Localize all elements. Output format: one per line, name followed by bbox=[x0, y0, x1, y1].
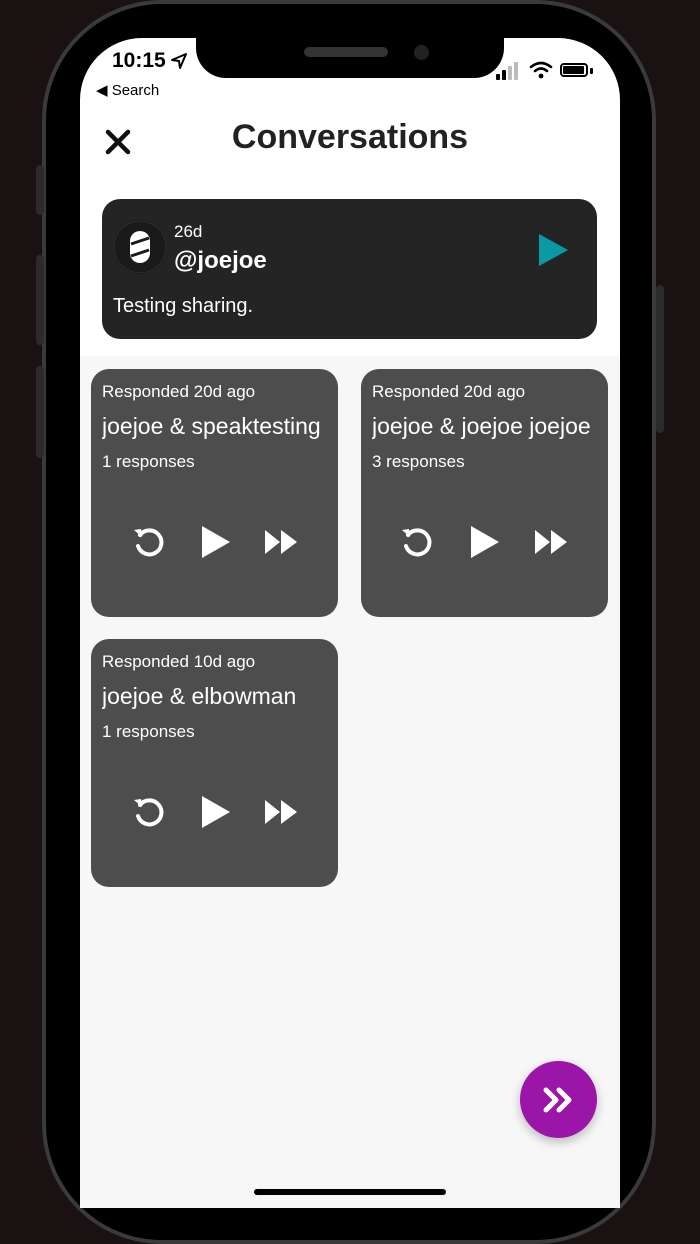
volume-up-button bbox=[36, 255, 44, 345]
response-card[interactable]: Responded 20d ago joejoe & joejoe joejoe… bbox=[361, 369, 608, 617]
post-age: 26d bbox=[174, 222, 203, 241]
speaker bbox=[304, 47, 388, 57]
location-arrow-icon bbox=[171, 53, 187, 69]
silent-switch bbox=[36, 165, 44, 215]
battery-nub bbox=[590, 68, 593, 74]
response-time: Responded 20d ago bbox=[372, 382, 526, 401]
status-time: 10:15 bbox=[112, 49, 166, 72]
volume-down-button bbox=[36, 366, 44, 458]
home-indicator[interactable] bbox=[254, 1189, 446, 1195]
notch bbox=[196, 38, 504, 78]
post-text: Testing sharing. bbox=[113, 295, 254, 317]
replay-icon[interactable] bbox=[131, 794, 167, 830]
response-count: 1 responses bbox=[102, 722, 195, 741]
chevrons-right-icon bbox=[543, 1087, 572, 1113]
response-participants: joejoe & joejoe joejoe bbox=[372, 413, 591, 439]
s-logo-icon bbox=[113, 220, 167, 274]
fast-forward-icon[interactable] bbox=[263, 528, 299, 556]
fast-forward-icon[interactable] bbox=[533, 528, 569, 556]
avatar[interactable] bbox=[113, 220, 167, 274]
play-icon[interactable] bbox=[199, 524, 233, 560]
replay-icon[interactable] bbox=[399, 524, 435, 560]
replay-icon[interactable] bbox=[131, 524, 167, 560]
back-to-search-link[interactable]: ◀ Search bbox=[96, 81, 159, 99]
post-handle[interactable]: @joejoe bbox=[174, 247, 267, 275]
response-count: 1 responses bbox=[102, 452, 195, 471]
page-title: Conversations bbox=[231, 118, 469, 156]
play-icon[interactable] bbox=[536, 232, 570, 268]
play-icon[interactable] bbox=[199, 794, 233, 830]
power-button bbox=[656, 285, 664, 433]
response-card[interactable]: Responded 10d ago joejoe & elbowman 1 re… bbox=[91, 639, 338, 887]
response-participants: joejoe & elbowman bbox=[102, 683, 297, 709]
battery-icon bbox=[560, 63, 588, 77]
fast-forward-icon[interactable] bbox=[263, 798, 299, 826]
cellular-signal-icon bbox=[496, 62, 518, 80]
response-card[interactable]: Responded 20d ago joejoe & speaktesting … bbox=[91, 369, 338, 617]
wifi-icon bbox=[529, 61, 553, 79]
response-count: 3 responses bbox=[372, 452, 465, 471]
front-camera bbox=[414, 45, 429, 60]
play-icon[interactable] bbox=[468, 524, 502, 560]
response-time: Responded 20d ago bbox=[102, 382, 256, 401]
response-participants: joejoe & speaktesting bbox=[102, 413, 321, 439]
response-time: Responded 10d ago bbox=[102, 652, 256, 671]
skip-forward-button[interactable] bbox=[520, 1061, 597, 1138]
